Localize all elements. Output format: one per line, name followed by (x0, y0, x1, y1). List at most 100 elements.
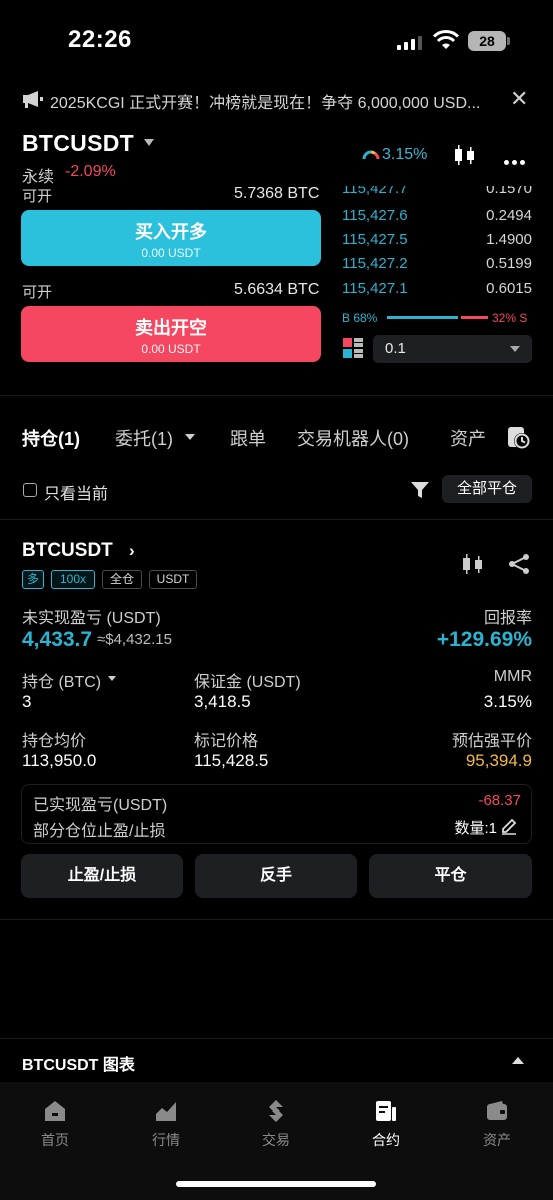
tab-trading-bots[interactable]: 交易机器人(0) (297, 425, 409, 451)
mark-price-value: 115,428.5 (194, 751, 269, 770)
mmr-value: 3.15% (483, 692, 532, 711)
price-step-select[interactable]: 0.1 (373, 335, 532, 363)
nav-futures[interactable]: 合约 (346, 1098, 426, 1150)
home-indicator (176, 1181, 376, 1187)
history-icon[interactable] (505, 424, 531, 450)
nav-label: 交易 (262, 1132, 290, 1148)
entry-price-label: 持仓均价 (22, 733, 87, 750)
chevron-down-icon[interactable] (185, 434, 195, 440)
status-time: 22:26 (68, 26, 132, 53)
margin-value[interactable]: 3,418.5 (194, 692, 251, 712)
buy-ratio-label: B 68% (342, 311, 378, 325)
close-all-button[interactable]: 全部平仓 (442, 475, 532, 503)
pair-title[interactable]: BTCUSDT (22, 130, 134, 157)
unit-badge: USDT (149, 570, 197, 589)
buy-button-amount: 0.00 USDT (141, 246, 201, 260)
section-divider (0, 1038, 553, 1039)
buy-available-value: 5.7368 BTC (234, 185, 320, 202)
sell-button-amount: 0.00 USDT (141, 342, 201, 356)
edit-icon[interactable] (500, 817, 518, 835)
order-price: 115,427.1 (342, 280, 408, 297)
order-price: 115,427.5 (342, 231, 408, 248)
buy-button-label: 买入开多 (135, 222, 207, 242)
buy-long-button[interactable]: 买入开多 0.00 USDT (21, 210, 321, 266)
roe-label: 回报率 (483, 610, 532, 627)
price-step-value: 0.1 (385, 340, 406, 357)
partial-tpsl-label[interactable]: 部分仓位止盈/止损 (33, 817, 165, 841)
futures-icon (376, 1101, 396, 1121)
section-divider (0, 919, 553, 920)
order-qty: 0.1570 (486, 186, 532, 197)
reverse-button[interactable]: 反手 (195, 854, 357, 898)
battery-indicator: 28 (468, 31, 506, 51)
sell-available-label: 可开 (22, 284, 53, 301)
nav-label: 资产 (483, 1132, 511, 1148)
nav-label: 合约 (372, 1132, 400, 1148)
buy-ratio-bar (387, 316, 458, 319)
order-book-row[interactable]: 115,427.6 0.2494 (342, 207, 532, 231)
nav-home[interactable]: 首页 (15, 1098, 95, 1150)
announcement-text[interactable]: 2025KCGI 正式开赛！冲榜就是现在！争夺 6,000,000 USD... (50, 89, 500, 113)
tab-assets[interactable]: 资产 (450, 425, 486, 451)
position-symbol[interactable]: BTCUSDT (22, 540, 113, 562)
section-divider (0, 519, 553, 520)
nav-trade[interactable]: 交易 (236, 1098, 316, 1150)
sell-ratio-label: 32% S (492, 311, 528, 325)
order-book-row[interactable]: 115,427.5 1.4900 (342, 231, 532, 255)
battery-nub (507, 37, 510, 45)
candlestick-chart-icon[interactable] (461, 552, 485, 576)
leverage-badge[interactable]: 100x (51, 570, 95, 589)
order-book-row[interactable]: 115,427.1 0.6015 (342, 280, 532, 304)
liq-price-value: 95,394.9 (465, 751, 532, 770)
chart-bar-label[interactable]: BTCUSDT 图表 (22, 1051, 135, 1075)
book-layout-icon[interactable] (343, 338, 363, 358)
order-qty: 0.2494 (486, 207, 532, 224)
tab-orders[interactable]: 委托(1) (115, 425, 173, 451)
megaphone-icon (23, 91, 43, 108)
order-price: 115,427.6 (342, 207, 408, 224)
candlestick-chart-icon[interactable] (453, 143, 477, 167)
chevron-right-icon[interactable]: › (129, 541, 135, 561)
section-divider (0, 395, 553, 396)
chevron-down-icon[interactable] (108, 676, 116, 681)
realized-pnl-value: -68.37 (478, 792, 521, 809)
mmr-indicator[interactable]: 3.15% (382, 146, 427, 164)
margin-mode-badge[interactable]: 全仓 (102, 570, 142, 589)
sell-button-label: 卖出开空 (135, 318, 207, 338)
filter-icon[interactable] (410, 480, 430, 500)
sell-short-button[interactable]: 卖出开空 0.00 USDT (21, 306, 321, 362)
contract-type: 永续 (22, 169, 55, 186)
chevron-up-icon[interactable] (512, 1057, 524, 1064)
tab-copy-trading[interactable]: 跟单 (230, 425, 266, 451)
order-book-row[interactable]: 115,427.2 0.5199 (342, 255, 532, 279)
order-book-row[interactable]: 115,427.7 0.1570 (342, 186, 532, 204)
share-icon[interactable] (507, 552, 531, 576)
cell-signal-icon (397, 36, 425, 50)
chevron-down-icon[interactable] (144, 139, 154, 146)
only-current-checkbox[interactable] (23, 483, 37, 497)
market-icon (156, 1102, 176, 1121)
order-price: 115,427.2 (342, 255, 408, 272)
nav-assets[interactable]: 资产 (457, 1098, 537, 1150)
sell-available-value: 5.6634 BTC (234, 281, 320, 298)
order-qty: 1.4900 (486, 231, 532, 248)
trade-icon (269, 1100, 283, 1122)
tab-positions[interactable]: 持仓(1) (22, 425, 80, 451)
only-current-label[interactable]: 只看当前 (44, 480, 108, 504)
order-book: 115,427.7 0.1570 115,427.6 0.2494 115,42… (342, 186, 532, 306)
wifi-icon (433, 30, 459, 49)
unrealized-pnl-label: 未实现盈亏 (USDT) (22, 610, 161, 627)
tpsl-quantity[interactable]: 数量:1 (454, 817, 497, 838)
mark-price-label: 标记价格 (194, 733, 259, 750)
unrealized-pnl-usd: ≈$4,432.15 (97, 631, 172, 648)
buy-available-label: 可开 (22, 188, 53, 203)
close-icon[interactable]: ✕ (510, 86, 528, 112)
more-icon[interactable] (504, 152, 528, 170)
tpsl-button[interactable]: 止盈/止损 (21, 854, 183, 898)
close-position-button[interactable]: 平仓 (369, 854, 532, 898)
gauge-icon (362, 150, 380, 160)
position-size-label[interactable]: 持仓 (BTC) (22, 668, 101, 692)
order-qty: 0.6015 (486, 280, 532, 297)
nav-markets[interactable]: 行情 (126, 1098, 206, 1150)
home-icon (45, 1101, 65, 1121)
